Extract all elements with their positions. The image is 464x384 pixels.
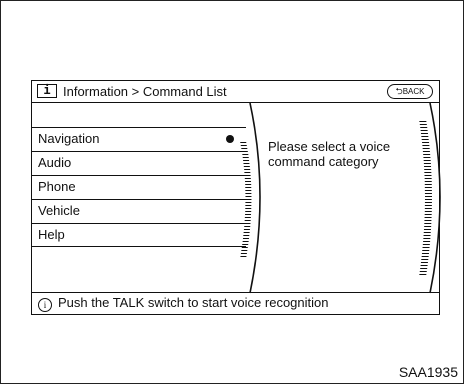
display-screen: i Information > Command List ⮌BACK Navig… bbox=[31, 80, 441, 315]
status-bar: i Push the TALK switch to start voice rec… bbox=[32, 292, 439, 314]
info-circle-icon: i bbox=[38, 298, 52, 312]
left-scroll-thumb[interactable] bbox=[240, 141, 252, 259]
scroll-bar-curves bbox=[240, 102, 441, 294]
figure-caption: SAA1935 bbox=[398, 364, 458, 380]
right-scroll-thumb[interactable] bbox=[419, 119, 432, 277]
status-text: Push the TALK switch to start voice reco… bbox=[58, 295, 329, 310]
